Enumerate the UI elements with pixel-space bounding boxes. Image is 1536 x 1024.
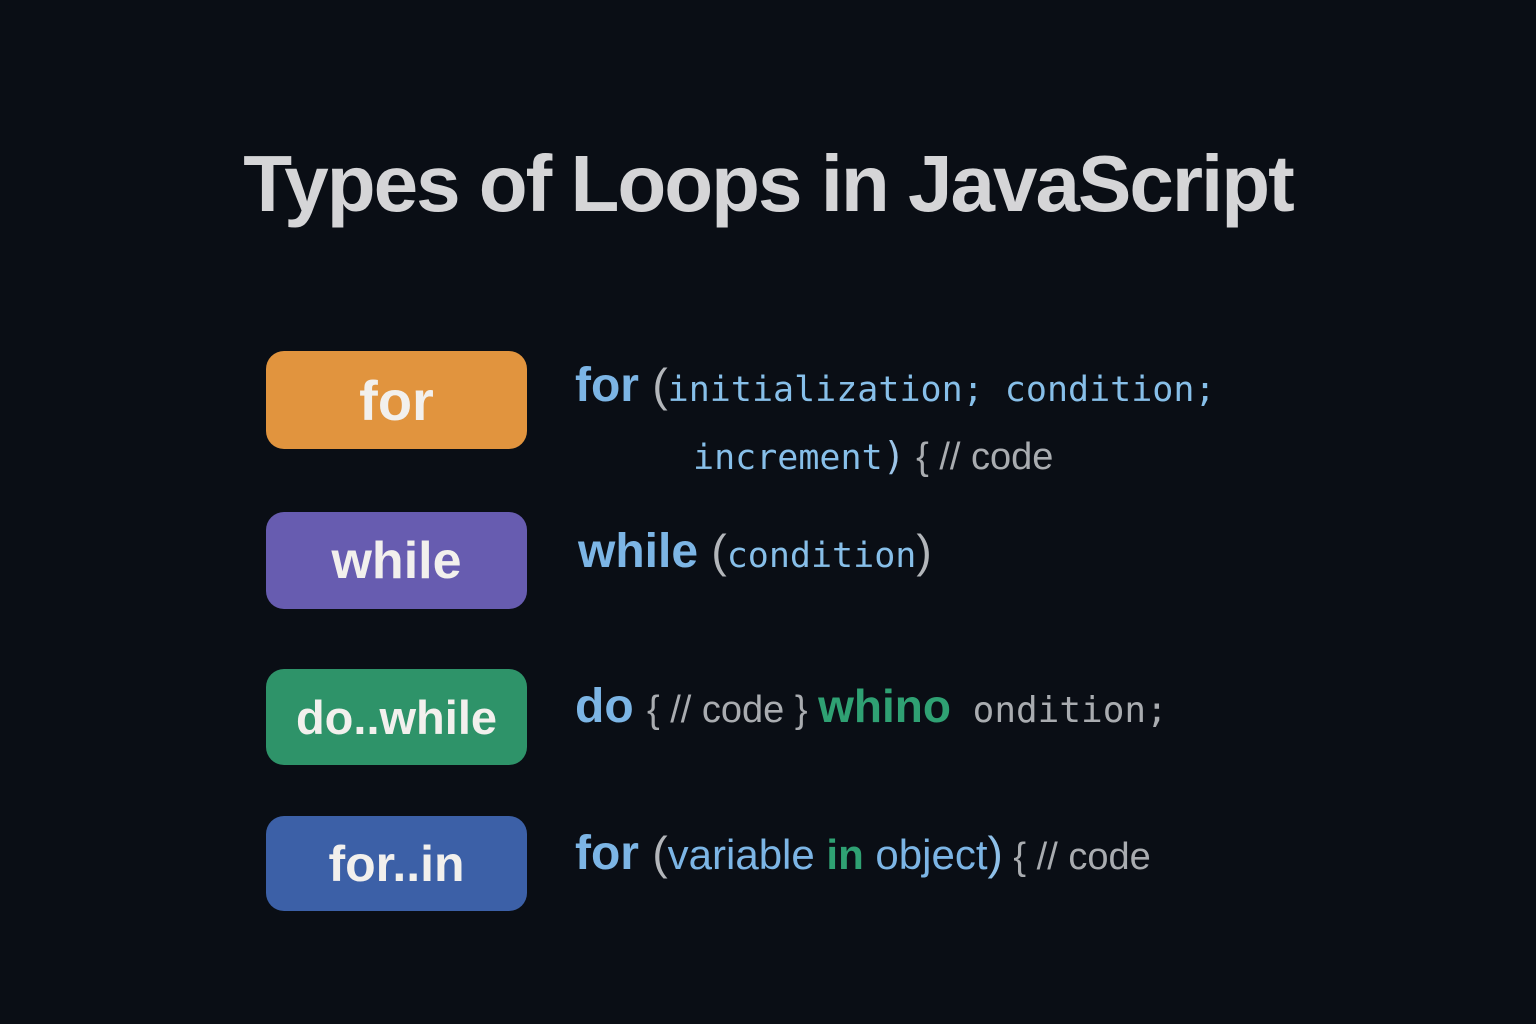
badge-for: for xyxy=(266,351,527,449)
code-token: initialization; condition; xyxy=(668,370,1216,410)
code-token: ( xyxy=(652,826,667,880)
badge-for-in-label: for..in xyxy=(328,835,464,893)
code-token: condition xyxy=(727,536,917,576)
code-token: do xyxy=(575,679,647,734)
code-token: ( xyxy=(711,524,726,578)
code-token: while xyxy=(578,524,711,579)
code-token: increment xyxy=(693,438,883,478)
badge-while: while xyxy=(266,512,527,609)
code-token: for xyxy=(575,358,652,413)
code-token: for xyxy=(575,826,652,881)
code-token: ) xyxy=(988,826,1003,880)
infographic-canvas: Types of Loops in JavaScript for for (in… xyxy=(0,0,1536,1024)
code-line-for-in: for (variable in object) { // code xyxy=(575,826,1151,881)
badge-for-label: for xyxy=(359,368,434,433)
code-token: ondition; xyxy=(951,690,1168,731)
code-token: // code xyxy=(939,436,1053,479)
code-token: whino xyxy=(818,679,951,733)
code-token: // code xyxy=(1037,836,1151,879)
code-token: { xyxy=(1003,836,1037,879)
code-token: { // code } xyxy=(647,689,818,732)
code-line-do-while: do { // code } whino ondition; xyxy=(575,679,1168,734)
badge-do-while-label: do..while xyxy=(296,690,497,745)
badge-do-while: do..while xyxy=(266,669,527,765)
code-line-while: while (condition) xyxy=(578,524,932,579)
badge-while-label: while xyxy=(331,531,461,591)
page-title: Types of Loops in JavaScript xyxy=(0,138,1536,230)
code-token: ( xyxy=(652,358,667,412)
code-token: ) xyxy=(916,524,931,578)
badge-for-in: for..in xyxy=(266,816,527,911)
code-line-for-1: for (initialization; condition; xyxy=(575,358,1216,413)
code-token: { xyxy=(906,436,940,479)
code-token: ) xyxy=(883,434,906,478)
code-line-for-2: increment) { // code xyxy=(693,434,1053,479)
code-token: variable xyxy=(668,831,827,879)
code-token: in xyxy=(826,831,863,879)
code-token: object xyxy=(864,831,988,879)
